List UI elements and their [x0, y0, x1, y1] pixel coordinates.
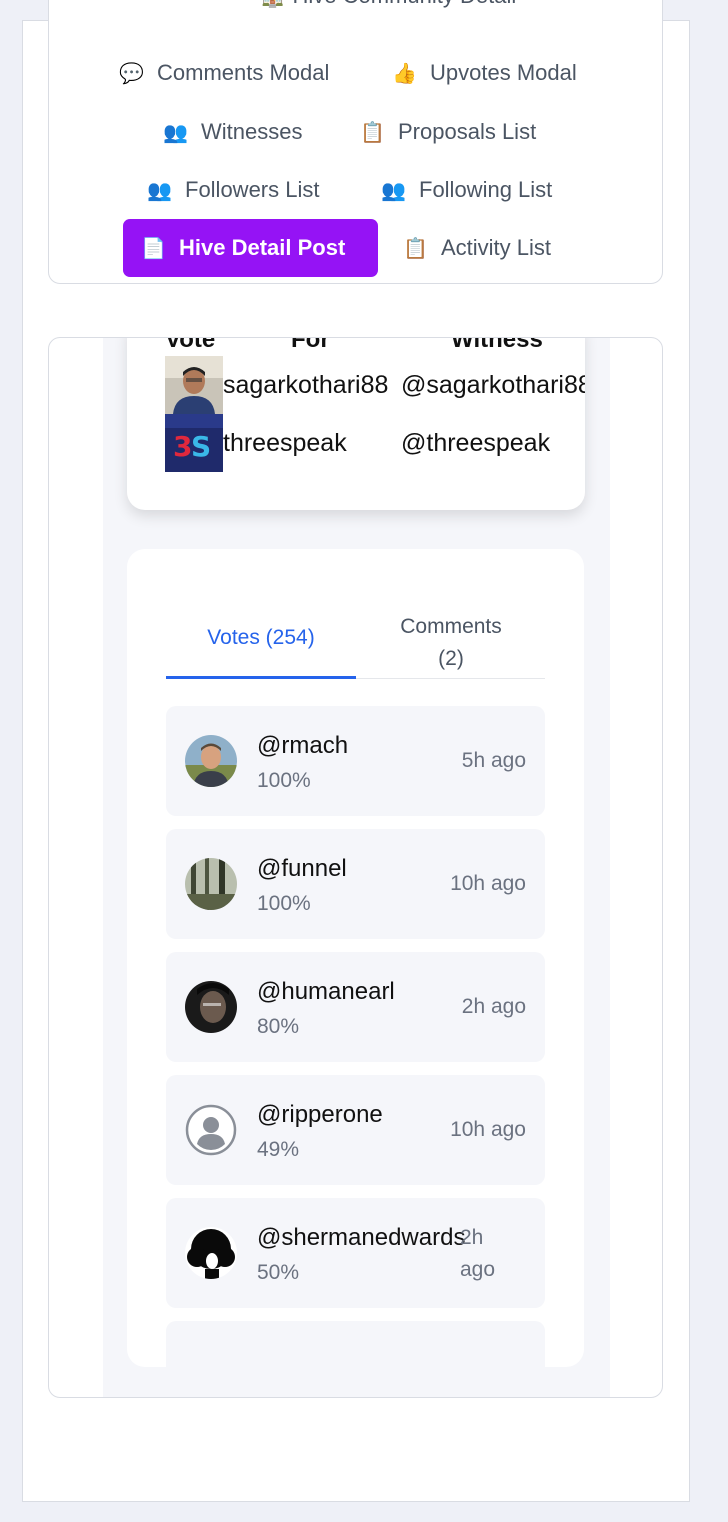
vote-time: 10h ago [450, 1118, 526, 1141]
avatar [185, 1227, 237, 1279]
vote-percent: 100% [257, 769, 311, 792]
vote-item[interactable]: @humanearl 80% 2h ago [166, 952, 545, 1062]
vote-item[interactable]: @shermanedwards 50% 2h ago [166, 1198, 545, 1308]
vote-percent: 50% [257, 1261, 300, 1284]
votes-comments-card: Votes (254) Comments (2) @rmach 100% 5h … [127, 549, 584, 1367]
people-icon: 👥 [147, 179, 172, 202]
post-detail-card: Vote For Witness sagarkothari88 @sagarko… [48, 337, 663, 1398]
witness-row[interactable]: 3 S threespeak @threespeak [165, 414, 550, 472]
header-vote: Vote [165, 337, 216, 353]
voter-username[interactable]: @shermanedwards [257, 1224, 465, 1252]
clipboard-icon: 📋 [403, 237, 428, 260]
vote-percent: 100% [257, 892, 311, 915]
clipboard-icon: 📋 [360, 121, 385, 144]
nav-card: 🏠 Hive Community Detail 💬 Comments Modal… [48, 0, 663, 284]
people-icon: 👥 [163, 121, 188, 144]
voter-username[interactable]: @ripperone [257, 1101, 383, 1129]
vote-time: 2h ago [461, 995, 526, 1018]
vote-item-partial [166, 1321, 545, 1367]
followers-list-button[interactable]: 👥 Followers List [129, 161, 337, 219]
witness-avatar [165, 356, 223, 414]
avatar [185, 858, 237, 910]
vote-time: 2h ago [460, 1226, 496, 1281]
tab-votes[interactable]: Votes (254) [166, 622, 356, 654]
voter-username[interactable]: @funnel [257, 855, 347, 883]
vote-percent: 49% [257, 1138, 300, 1161]
witness-row[interactable]: sagarkothari88 @sagarkothari88 [165, 356, 585, 414]
header-for: For [291, 337, 330, 353]
proposals-list-button[interactable]: 📋 Proposals List [342, 103, 554, 161]
witness-avatar: 3 S [165, 414, 223, 472]
vote-item[interactable]: @ripperone 49% 10h ago [166, 1075, 545, 1185]
vote-item[interactable]: @funnel 100% 10h ago [166, 829, 545, 939]
svg-text:S: S [191, 430, 211, 463]
avatar [185, 735, 237, 787]
comments-modal-button[interactable]: 💬 Comments Modal [101, 44, 347, 102]
witness-votes-card: Vote For Witness sagarkothari88 @sagarko… [127, 337, 585, 510]
nav-cut-label[interactable]: 🏠 Hive Community Detail [259, 0, 516, 9]
people-icon: 👥 [381, 179, 406, 202]
activity-list-button[interactable]: 📋 Activity List [385, 219, 569, 277]
speech-bubble-icon: 💬 [119, 62, 144, 85]
witness-name: threespeak [223, 428, 347, 457]
witness-handle[interactable]: @sagarkothari88 [401, 371, 585, 400]
avatar [185, 981, 237, 1033]
svg-text:3: 3 [173, 430, 192, 463]
page-icon: 📄 [141, 237, 166, 260]
vote-item[interactable]: @rmach 100% 5h ago [166, 706, 545, 816]
vote-time: 10h ago [450, 872, 526, 895]
tab-comments[interactable]: Comments (2) [356, 611, 546, 675]
witness-name: sagarkothari88 [223, 370, 389, 399]
vote-time: 5h ago [461, 749, 526, 772]
voter-username[interactable]: @humanearl [257, 978, 395, 1006]
vote-percent: 80% [257, 1015, 300, 1038]
following-list-button[interactable]: 👥 Following List [363, 161, 570, 219]
default-avatar-icon [185, 1104, 237, 1156]
voter-username[interactable]: @rmach [257, 732, 348, 760]
witness-handle[interactable]: @threespeak [401, 429, 550, 458]
upvotes-modal-button[interactable]: 👍 Upvotes Modal [374, 44, 595, 102]
thumbs-up-icon: 👍 [392, 62, 417, 85]
hive-detail-post-button[interactable]: 📄 Hive Detail Post [123, 219, 378, 277]
active-tab-indicator [166, 676, 356, 679]
witnesses-button[interactable]: 👥 Witnesses [145, 103, 320, 161]
header-witness: Witness [451, 337, 543, 353]
